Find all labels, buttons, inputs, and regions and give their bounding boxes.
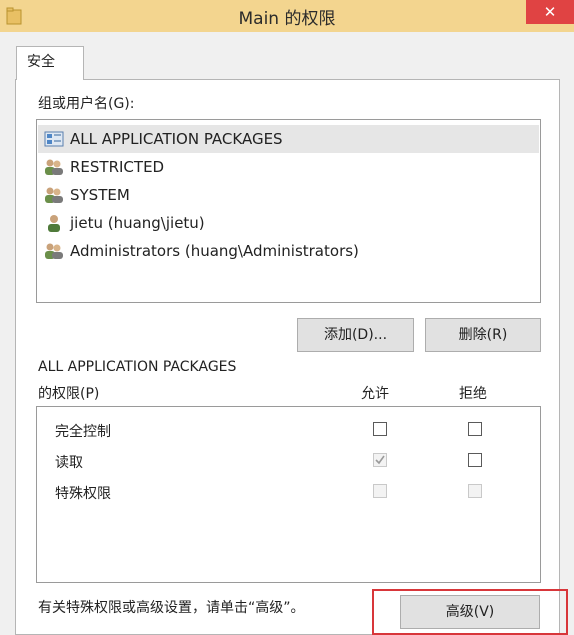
column-deny: 拒绝 xyxy=(459,386,487,402)
deny-checkbox[interactable] xyxy=(468,422,482,436)
allow-checkbox xyxy=(373,453,387,467)
groups-label: 组或用户名(G): xyxy=(38,96,135,112)
user-name: RESTRICTED xyxy=(70,158,165,176)
user-name: SYSTEM xyxy=(70,186,130,204)
permission-name: 特殊权限 xyxy=(55,486,111,502)
deny-checkbox xyxy=(468,484,482,498)
tab-security[interactable]: 安全 xyxy=(16,46,84,80)
permissions-list: 完全控制 读取 特殊权限 xyxy=(36,406,541,583)
title-bar: Main 的权限 ✕ xyxy=(0,0,574,32)
permissions-label: 的权限(P) xyxy=(38,386,100,402)
user-name: Administrators (huang\Administrators) xyxy=(70,242,359,260)
list-item-restricted[interactable]: RESTRICTED xyxy=(38,153,539,181)
user-group-icon xyxy=(45,159,63,175)
column-allow: 允许 xyxy=(361,386,389,402)
remove-button[interactable]: 删除(R) xyxy=(425,318,541,352)
permission-name: 完全控制 xyxy=(55,424,111,440)
permission-row-special: 特殊权限 xyxy=(37,477,540,507)
window-title: Main 的权限 xyxy=(238,9,336,29)
permission-row-read: 读取 xyxy=(37,446,540,476)
list-item-administrators[interactable]: Administrators (huang\Administrators) xyxy=(38,237,539,265)
user-name: jietu (huang\jietu) xyxy=(70,214,205,232)
user-name: ALL APPLICATION PACKAGES xyxy=(70,130,283,148)
user-list[interactable]: ALL APPLICATION PACKAGES RESTRICTED SYST… xyxy=(36,119,541,303)
permissions-for-label: ALL APPLICATION PACKAGES xyxy=(38,359,237,375)
allow-checkbox xyxy=(373,484,387,498)
highlight-box xyxy=(372,589,568,635)
app-packages-icon xyxy=(44,131,64,147)
list-item-all-application-packages[interactable]: ALL APPLICATION PACKAGES xyxy=(38,125,539,153)
user-group-icon xyxy=(45,187,63,203)
add-button[interactable]: 添加(D)... xyxy=(297,318,414,352)
user-group-icon xyxy=(45,243,63,259)
user-icon xyxy=(48,215,60,232)
permission-name: 读取 xyxy=(55,455,83,471)
close-button[interactable]: ✕ xyxy=(526,0,574,24)
check-icon xyxy=(375,455,385,465)
deny-checkbox[interactable] xyxy=(468,453,482,467)
list-item-jietu[interactable]: jietu (huang\jietu) xyxy=(38,209,539,237)
permission-row-full-control: 完全控制 xyxy=(37,415,540,445)
list-item-system[interactable]: SYSTEM xyxy=(38,181,539,209)
allow-checkbox[interactable] xyxy=(373,422,387,436)
footer-hint: 有关特殊权限或高级设置，请单击“高级”。 xyxy=(38,600,305,616)
